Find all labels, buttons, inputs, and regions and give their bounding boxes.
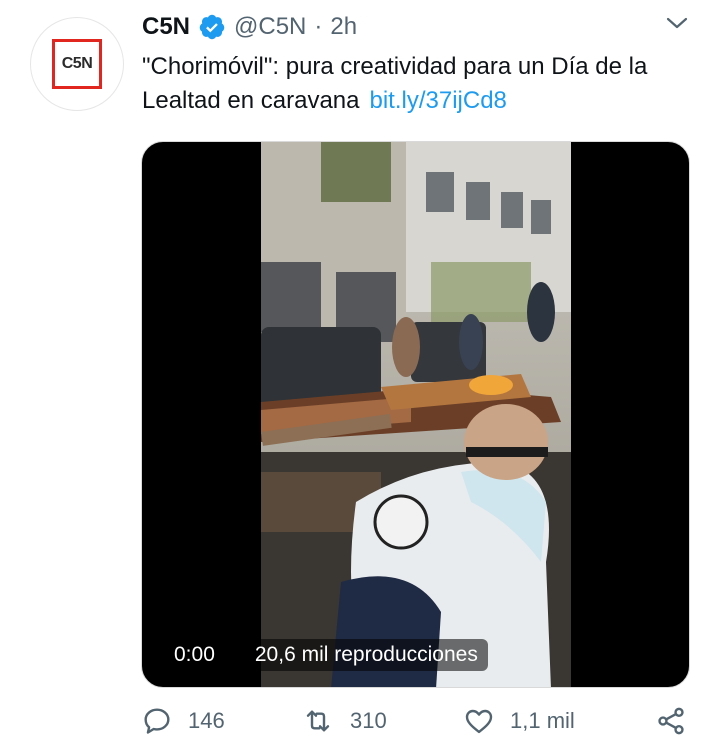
video-info-bar: 0:00 20,6 mil reproducciones (168, 636, 500, 674)
avatar[interactable]: C5N (30, 17, 124, 111)
reply-count: 146 (188, 708, 225, 733)
reply-button[interactable]: 146 (140, 705, 225, 737)
retweet-count: 310 (350, 708, 387, 733)
separator-dot: · (314, 13, 323, 40)
author-handle[interactable]: @C5N (234, 13, 306, 41)
reply-icon (144, 708, 170, 734)
tweet-header: C5N @C5N · 2h (142, 10, 357, 44)
chevron-down-icon[interactable] (664, 12, 690, 34)
verified-badge-icon (199, 14, 225, 40)
video-player[interactable]: 0:00 20,6 mil reproducciones (141, 141, 690, 688)
tweet-text: "Chorimóvil": pura creatividad para un D… (142, 50, 702, 118)
video-views: 20,6 mil reproducciones (244, 639, 488, 671)
share-icon (658, 707, 684, 735)
video-thumbnail (261, 142, 571, 687)
tweet-time[interactable]: 2h (330, 13, 357, 41)
author-name[interactable]: C5N (142, 13, 190, 41)
tweet-actions: 146 310 1,1 mil (140, 705, 700, 741)
share-button[interactable] (654, 705, 688, 737)
video-timestamp: 0:00 (168, 639, 221, 671)
like-icon (465, 709, 493, 734)
retweet-icon (306, 710, 330, 732)
avatar-logo: C5N (52, 39, 102, 89)
like-button[interactable]: 1,1 mil (462, 705, 575, 737)
like-count: 1,1 mil (510, 708, 575, 733)
retweet-button[interactable]: 310 (300, 705, 387, 737)
tweet-link[interactable]: bit.ly/37ijCd8 (370, 87, 507, 114)
